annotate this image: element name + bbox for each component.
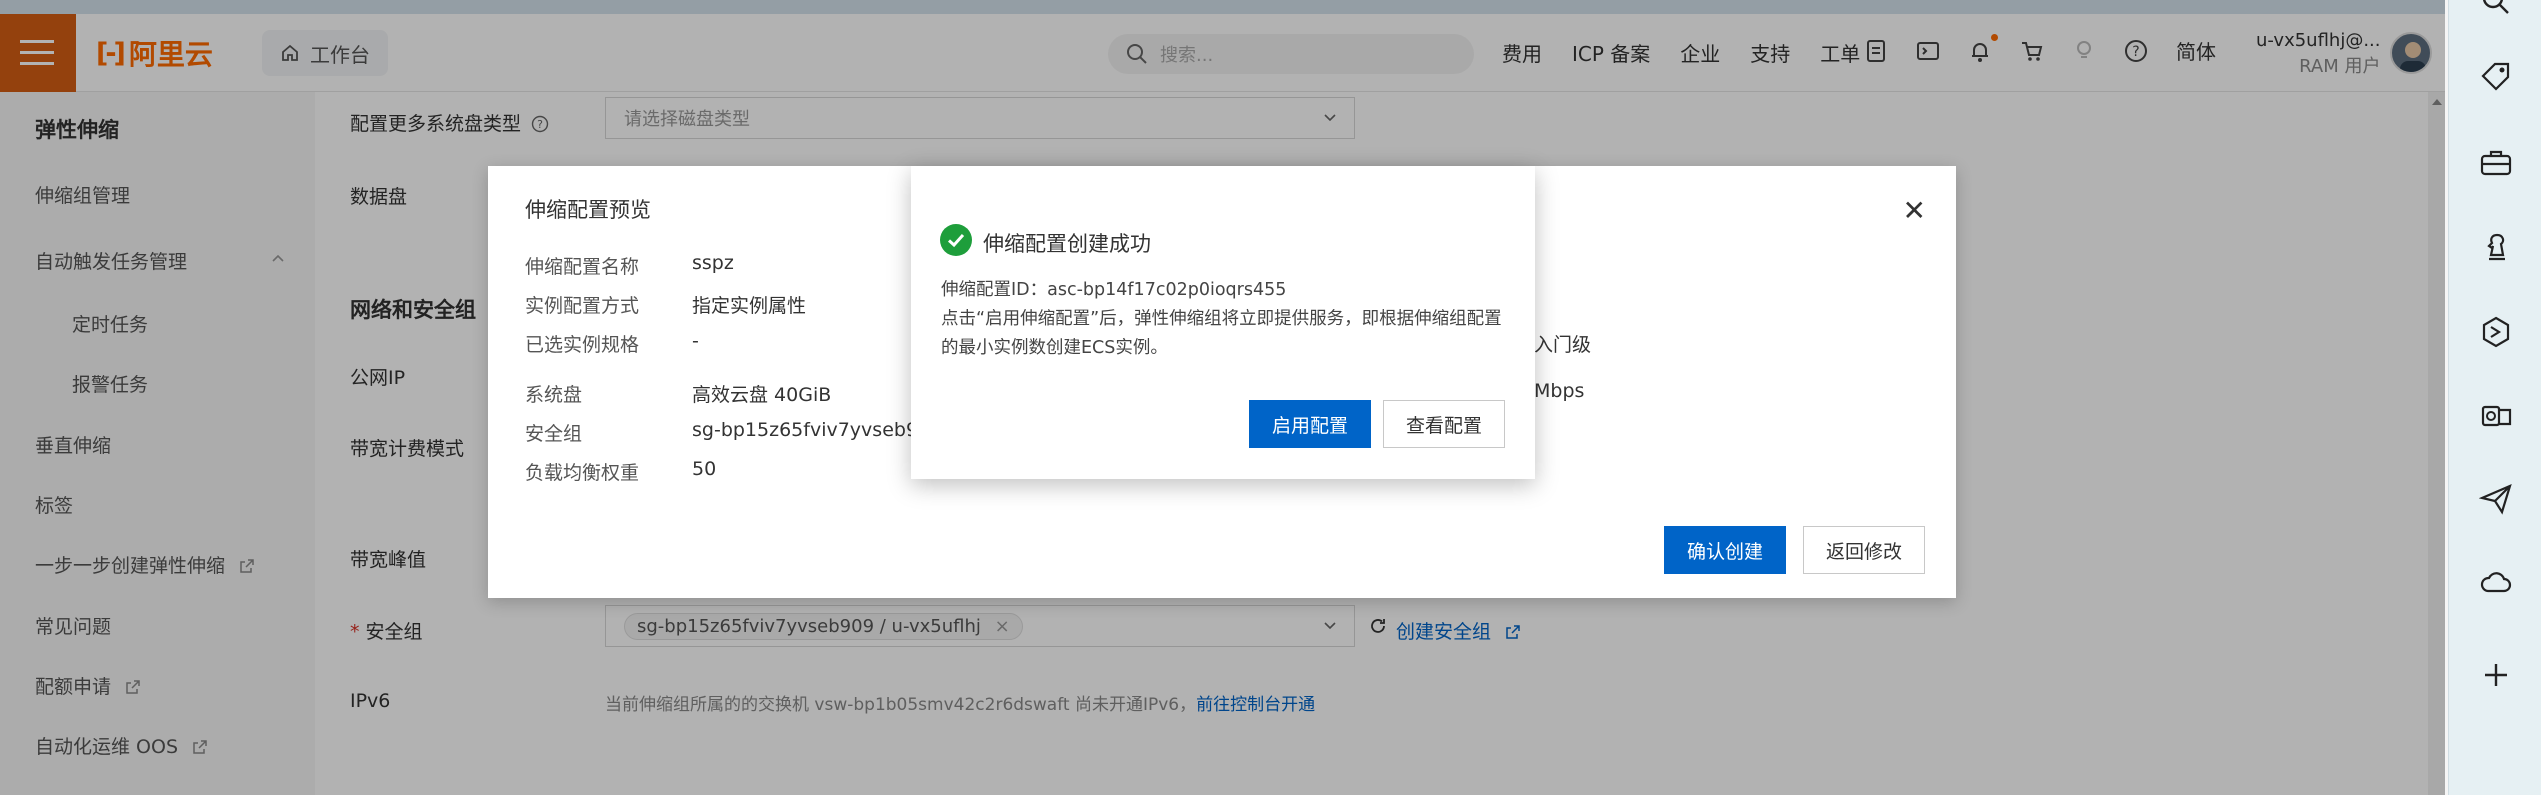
success-dialog-body: 伸缩配置ID：asc-bp14f17c02p0ioqrs455 点击“启用伸缩配…: [941, 276, 1511, 363]
toolbox-icon[interactable]: [2479, 146, 2513, 180]
view-config-button[interactable]: 查看配置: [1383, 400, 1505, 448]
preview-label-disk: 系统盘: [525, 384, 583, 406]
back-edit-button[interactable]: 返回修改: [1803, 526, 1925, 574]
preview-value-weight: 50: [692, 458, 717, 480]
enable-config-button[interactable]: 启用配置: [1249, 400, 1371, 448]
preview-value-name: sspz: [692, 252, 734, 274]
close-icon[interactable]: ✕: [1903, 194, 1926, 227]
success-description: 点击“启用伸缩配置”后，弹性伸缩组将立即提供服务，即根据伸缩组配置的最小实例数创…: [941, 309, 1502, 358]
preview-right-fragment-2: Mbps: [1534, 380, 1585, 402]
success-dialog: 伸缩配置创建成功 伸缩配置ID：asc-bp14f17c02p0ioqrs455…: [911, 166, 1535, 479]
preview-value-disk: 高效云盘 40GiB: [692, 384, 832, 406]
success-dialog-title: 伸缩配置创建成功: [983, 232, 1151, 256]
preview-label-mode: 实例配置方式: [525, 295, 640, 317]
confirm-create-button[interactable]: 确认创建: [1664, 526, 1786, 574]
preview-value-mode: 指定实例属性: [692, 295, 807, 317]
preview-value-spec: -: [692, 330, 699, 352]
preview-value-sg: sg-bp15z65fviv7yvseb909: [692, 419, 943, 441]
cloud-icon[interactable]: [2479, 566, 2513, 600]
preview-dialog-title: 伸缩配置预览: [525, 198, 651, 222]
success-check-icon: [940, 224, 972, 256]
preview-label-weight: 负载均衡权重: [525, 462, 640, 484]
preview-right-fragment-1: 入门级: [1534, 334, 1592, 356]
bing-icon[interactable]: [2479, 315, 2513, 349]
search-icon[interactable]: [2479, 0, 2513, 20]
config-id-line: 伸缩配置ID：asc-bp14f17c02p0ioqrs455: [941, 280, 1287, 300]
preview-label-sg: 安全组: [525, 423, 583, 445]
tag-icon[interactable]: [2479, 60, 2513, 94]
preview-label-name: 伸缩配置名称: [525, 256, 640, 278]
preview-label-spec: 已选实例规格: [525, 334, 640, 356]
right-tool-panel: [2448, 0, 2541, 795]
send-icon[interactable]: [2479, 482, 2513, 516]
chess-icon[interactable]: [2479, 230, 2513, 264]
add-icon[interactable]: [2479, 658, 2513, 692]
outlook-icon[interactable]: [2479, 399, 2513, 433]
